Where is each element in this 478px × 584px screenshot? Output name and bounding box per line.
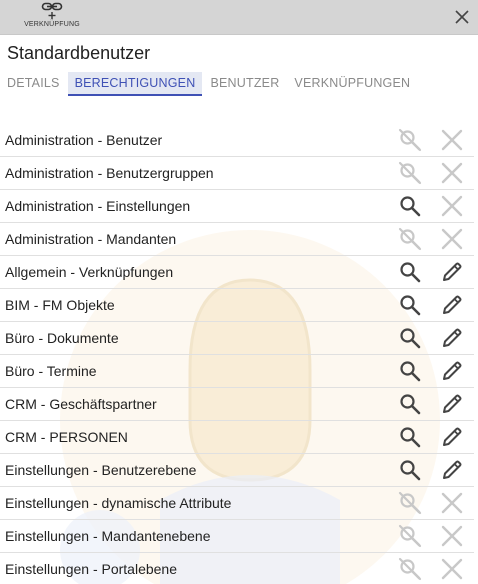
tab-berechtigungen[interactable]: BERECHTIGUNGEN [67, 72, 203, 96]
permission-row: Administration - Benutzer [0, 124, 474, 157]
permission-actions [398, 524, 474, 548]
permission-actions [398, 194, 474, 218]
permission-label: Einstellungen - dynamische Attribute [5, 495, 232, 511]
search-icon[interactable] [398, 458, 422, 482]
permissions-list: Administration - Benutzer Administration … [0, 124, 474, 584]
search-icon[interactable] [398, 194, 422, 218]
no-edit-icon [441, 129, 463, 151]
search-off-icon [398, 557, 422, 581]
permission-row: Administration - Mandanten [0, 223, 474, 256]
edit-pencil-icon[interactable] [440, 425, 464, 449]
permission-label: Allgemein - Verknüpfungen [5, 264, 174, 280]
permission-label: Einstellungen - Benutzerebene [5, 462, 197, 478]
link-button[interactable]: VERKNÜPFUNG [20, 2, 84, 32]
no-edit-icon [441, 558, 463, 580]
search-off-icon [398, 491, 422, 515]
search-icon[interactable] [398, 359, 422, 383]
search-icon[interactable] [398, 425, 422, 449]
search-off-icon [398, 128, 422, 152]
permission-label: Administration - Benutzer [5, 132, 163, 148]
permission-label: CRM - Geschäftspartner [5, 396, 157, 412]
permission-actions [398, 491, 474, 515]
permission-label: Büro - Dokumente [5, 330, 119, 346]
tab-details[interactable]: DETAILS [0, 72, 67, 96]
edit-pencil-icon[interactable] [440, 293, 464, 317]
tab-benutzer[interactable]: BENUTZER [203, 72, 286, 96]
permission-row: Büro - Termine [0, 355, 474, 388]
search-icon[interactable] [398, 260, 422, 284]
search-off-icon [398, 227, 422, 251]
no-edit-icon [441, 195, 463, 217]
permission-label: Einstellungen - Mandantenebene [5, 528, 211, 544]
permission-label: Administration - Benutzergruppen [5, 165, 214, 181]
tab-bar: DETAILS BERECHTIGUNGEN BENUTZER VERKNÜPFUNG… [0, 72, 418, 96]
permission-row: Administration - Benutzergruppen [0, 157, 474, 190]
permission-actions [398, 161, 474, 185]
no-edit-icon [441, 162, 463, 184]
link-button-label: VERKNÜPFUNG [24, 21, 80, 28]
close-icon[interactable] [454, 9, 470, 25]
permission-actions [398, 392, 474, 416]
permission-row: CRM - Geschäftspartner [0, 388, 474, 421]
permission-label: Büro - Termine [5, 363, 97, 379]
edit-pencil-icon[interactable] [440, 359, 464, 383]
permission-row: Allgemein - Verknüpfungen [0, 256, 474, 289]
permission-actions [398, 128, 474, 152]
permission-row: CRM - PERSONEN [0, 421, 474, 454]
search-off-icon [398, 524, 422, 548]
permission-label: Einstellungen - Portalebene [5, 561, 178, 577]
link-plus-icon [41, 2, 63, 19]
permission-label: CRM - PERSONEN [5, 429, 128, 445]
permission-row: Einstellungen - Mandantenebene [0, 520, 474, 553]
permission-label: BIM - FM Objekte [5, 297, 115, 313]
permission-actions [398, 293, 474, 317]
permission-actions [398, 260, 474, 284]
search-icon[interactable] [398, 326, 422, 350]
permission-actions [398, 557, 474, 581]
no-edit-icon [441, 228, 463, 250]
no-edit-icon [441, 525, 463, 547]
permission-row: BIM - FM Objekte [0, 289, 474, 322]
edit-pencil-icon[interactable] [440, 392, 464, 416]
permission-actions [398, 359, 474, 383]
permission-row: Einstellungen - Portalebene [0, 553, 474, 584]
permission-row: Einstellungen - dynamische Attribute [0, 487, 474, 520]
permission-actions [398, 425, 474, 449]
permission-actions [398, 326, 474, 350]
top-toolbar: VERKNÜPFUNG [0, 0, 478, 35]
no-edit-icon [441, 492, 463, 514]
edit-pencil-icon[interactable] [440, 326, 464, 350]
tab-verknüpfungen[interactable]: VERKNÜPFUNGEN [287, 72, 417, 96]
permission-row: Administration - Einstellungen [0, 190, 474, 223]
edit-pencil-icon[interactable] [440, 260, 464, 284]
permission-actions [398, 227, 474, 251]
page-title: Standardbenutzer [7, 43, 151, 63]
search-icon[interactable] [398, 392, 422, 416]
permission-label: Administration - Einstellungen [5, 198, 191, 214]
permission-row: Einstellungen - Benutzerebene [0, 454, 474, 487]
permission-row: Büro - Dokumente [0, 322, 474, 355]
search-icon[interactable] [398, 293, 422, 317]
permission-actions [398, 458, 474, 482]
search-off-icon [398, 161, 422, 185]
edit-pencil-icon[interactable] [440, 458, 464, 482]
permission-label: Administration - Mandanten [5, 231, 177, 247]
